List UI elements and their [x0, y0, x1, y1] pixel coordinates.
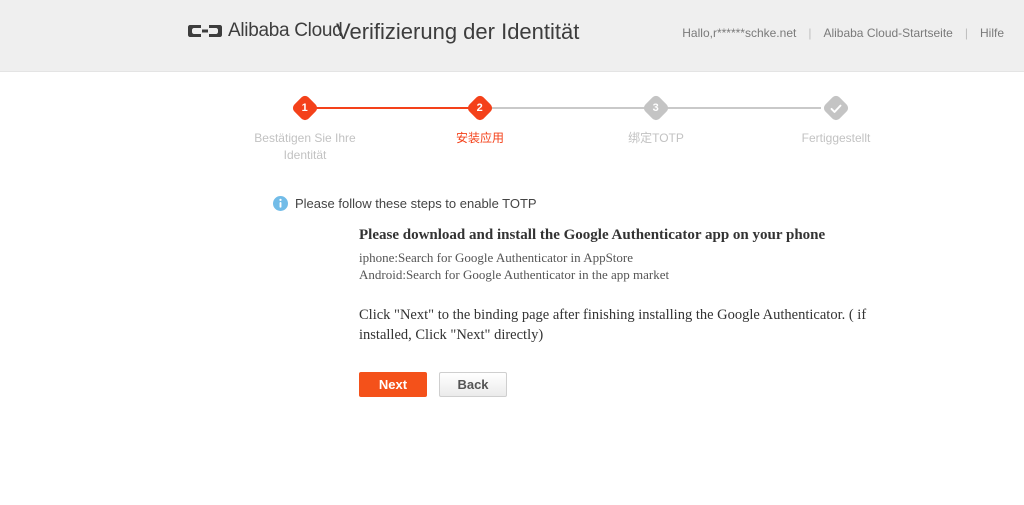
step-4-label: Fertiggestellt — [801, 131, 871, 145]
step-4-node — [821, 93, 851, 123]
stepper-step-1[interactable]: 1 Bestätigen Sie Ihre Identität — [225, 93, 385, 164]
notice-banner: Please follow these steps to enable TOTP — [273, 196, 1024, 211]
progress-stepper: 1 Bestätigen Sie Ihre Identität 2 安装应用 3… — [0, 93, 1024, 164]
alibaba-cloud-logo-icon — [188, 25, 222, 37]
step-3-label: 绑定TOTP — [628, 131, 684, 145]
stepper-step-3[interactable]: 3 绑定TOTP — [576, 93, 736, 147]
header-home-link[interactable]: Alibaba Cloud-Startseite — [823, 26, 952, 40]
check-icon — [830, 103, 842, 113]
info-icon — [273, 196, 288, 211]
step-4-node-wrap — [756, 93, 916, 123]
step-2-number: 2 — [476, 101, 484, 114]
header-separator-2: | — [964, 26, 968, 40]
header-help-link[interactable]: Hilfe — [980, 26, 1004, 40]
instructions-block: Please download and install the Google A… — [359, 225, 1024, 345]
next-button[interactable]: Next — [359, 372, 427, 397]
header-separator-1: | — [808, 26, 812, 40]
step-3-node-wrap: 3 — [576, 93, 736, 123]
step-1-node: 1 — [290, 93, 320, 123]
instructions-iphone-line: iphone:Search for Google Authenticator i… — [359, 250, 634, 265]
instructions-lead: Please download and install the Google A… — [359, 227, 826, 243]
brand-logo[interactable]: Alibaba Cloud — [188, 20, 343, 42]
step-3-node: 3 — [641, 93, 671, 123]
step-3-number: 3 — [652, 101, 660, 114]
header-links: Hallo,r******schke.net | Alibaba Cloud-S… — [682, 26, 1004, 40]
step-1-number: 1 — [301, 101, 309, 114]
step-2-node-wrap: 2 — [400, 93, 560, 123]
step-2-node: 2 — [465, 93, 495, 123]
page-title: Verifizierung der Identität — [336, 19, 580, 44]
notice-text: Please follow these steps to enable TOTP — [295, 196, 537, 211]
header-inner: Alibaba Cloud Verifizierung der Identitä… — [0, 0, 1024, 71]
logo-text: Alibaba Cloud — [228, 20, 343, 41]
instructions-paragraph: Click "Next" to the binding page after f… — [359, 307, 867, 343]
step-2-label: 安装应用 — [455, 131, 504, 145]
main-content: Please follow these steps to enable TOTP… — [0, 196, 1024, 397]
stepper-step-4[interactable]: Fertiggestellt — [756, 93, 916, 147]
action-buttons: Next Back — [359, 372, 1024, 397]
stepper-step-2[interactable]: 2 安装应用 — [400, 93, 560, 147]
page-header: Alibaba Cloud Verifizierung der Identitä… — [0, 0, 1024, 72]
back-button[interactable]: Back — [439, 372, 507, 397]
header-account-link[interactable]: Hallo,r******schke.net — [682, 26, 796, 40]
step-1-label: Bestätigen Sie Ihre Identität — [254, 131, 356, 162]
instructions-android-line: Android:Search for Google Authenticator … — [359, 267, 670, 282]
step-1-node-wrap: 1 — [225, 93, 385, 123]
